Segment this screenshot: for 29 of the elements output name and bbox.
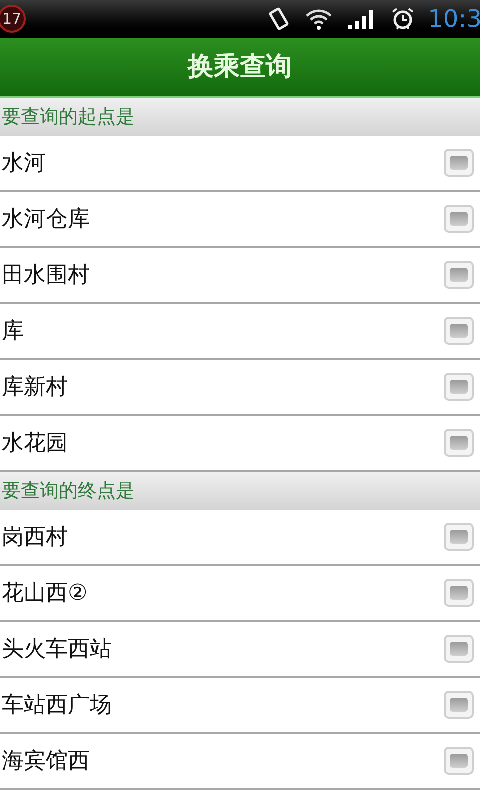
item-label: 花山西② [2,580,88,608]
item-label: 车站西广场 [2,692,112,720]
wifi-icon [304,7,334,31]
checkbox[interactable] [444,261,474,289]
item-label: 水花园 [2,430,68,458]
section-header-text: 要查询的终点是 [2,478,135,504]
checkbox[interactable] [444,579,474,607]
page-title: 换乘查询 [188,50,292,84]
item-label: 田水围村 [2,262,90,290]
clock-time: 10:3 [428,4,480,35]
item-label: 头火车西站 [2,636,112,664]
checkbox[interactable] [444,373,474,401]
checkbox[interactable] [444,691,474,719]
checkbox[interactable] [444,205,474,233]
checkbox[interactable] [444,635,474,663]
checkbox[interactable] [444,747,474,775]
section-header-text: 要查询的起点是 [2,104,135,130]
alarm-icon [390,6,416,32]
item-label: 水河 [2,150,46,178]
item-label: 海宾馆西 [2,748,90,776]
checkbox[interactable] [444,149,474,177]
item-label: 库新村 [2,374,68,402]
checkbox[interactable] [444,317,474,345]
item-label: 库 [2,318,24,346]
notification-badge: 17 [0,5,26,33]
item-label: 水河仓库 [2,206,90,234]
checkbox[interactable] [444,523,474,551]
item-label: 岗西村 [2,524,68,552]
checkbox[interactable] [444,429,474,457]
